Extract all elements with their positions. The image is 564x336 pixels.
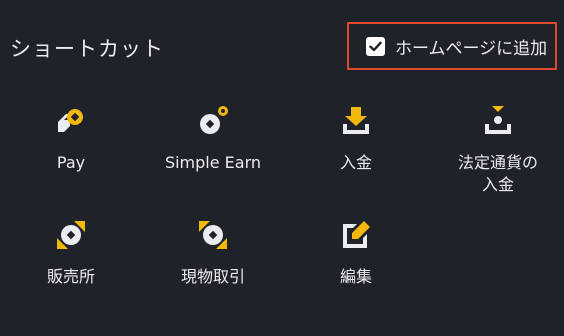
- shortcut-convert[interactable]: 販売所: [0, 218, 146, 288]
- checkbox-checked-icon[interactable]: [366, 36, 385, 56]
- add-to-homepage-toggle[interactable]: ホームページに追加: [347, 22, 557, 70]
- add-to-homepage-label: ホームページに追加: [395, 38, 548, 59]
- spot-trade-icon: [196, 218, 230, 252]
- pay-icon: [54, 104, 88, 138]
- edit-icon: [339, 218, 373, 252]
- shortcut-spot-trade[interactable]: 現物取引: [138, 218, 288, 288]
- shortcut-deposit[interactable]: 入金: [281, 104, 431, 174]
- shortcut-pay[interactable]: Pay: [0, 104, 146, 174]
- shortcut-spot-trade-label: 現物取引: [180, 267, 245, 286]
- fiat-deposit-icon: [481, 104, 515, 138]
- shortcuts-title: ショートカット: [10, 37, 164, 61]
- shortcuts-panel: ショートカット ホームページに追加 Pay Simple Earn 入金 法定通…: [0, 0, 564, 336]
- deposit-icon: [339, 104, 373, 138]
- shortcut-convert-label: 販売所: [46, 267, 95, 286]
- shortcut-pay-label: Pay: [56, 153, 86, 172]
- shortcut-fiat-deposit[interactable]: 法定通貨の 入金: [423, 104, 564, 196]
- shortcut-fiat-deposit-label: 法定通貨の 入金: [457, 153, 538, 194]
- convert-icon: [54, 218, 88, 252]
- shortcut-simple-earn-label: Simple Earn: [164, 153, 262, 172]
- shortcut-edit[interactable]: 編集: [281, 218, 431, 288]
- shortcut-simple-earn[interactable]: Simple Earn: [138, 104, 288, 174]
- simple-earn-icon: [196, 104, 230, 138]
- shortcut-edit-label: 編集: [339, 267, 372, 286]
- shortcut-deposit-label: 入金: [339, 153, 372, 172]
